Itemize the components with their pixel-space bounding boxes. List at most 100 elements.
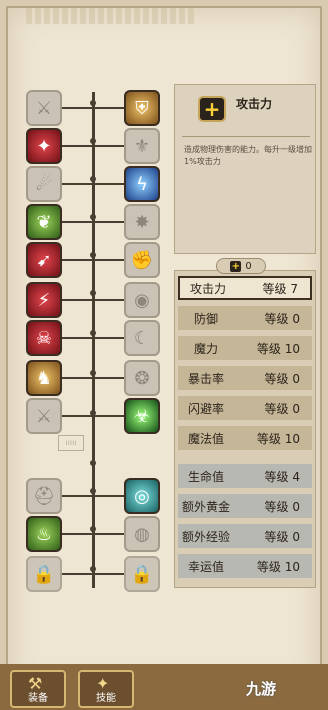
eye-talent-node[interactable]: ◉ [124,282,160,318]
tab-equipment[interactable]: ⚒ 装备 [10,670,66,708]
stat-row[interactable]: 防御 等级 0 [178,306,312,330]
tree-branch [62,221,92,223]
tier-marker: ııııı [58,435,84,451]
crescent-talent-node[interactable]: ☾ [124,320,160,356]
rune-eye-icon: ◎ [134,485,150,507]
stat-row[interactable]: 暴击率 等级 0 [178,366,312,390]
attack-plus-icon: + [198,96,226,122]
nature-talent-node[interactable]: ❦ [26,204,62,240]
stat-name: 防御 [193,311,218,326]
spine-joint [90,330,96,336]
spine-joint [90,460,96,466]
stat-level: 等级 0 [264,311,300,326]
rune-stone-talent-node[interactable]: ◍ [124,516,160,552]
spine-joint [90,526,96,532]
stat-name: 闪避率 [187,401,224,416]
talent-tree-spine [92,92,95,588]
tree-branch [95,377,124,379]
cannon-talent-node[interactable]: ✸ [124,204,160,240]
talent-title: 攻击力 [236,97,273,111]
helmet-icon: ⛑ [32,485,56,507]
rune-eye-talent-node[interactable]: ◎ [124,478,160,514]
lock-icon: 🔒 [32,563,56,585]
spine-joint [90,138,96,144]
tree-branch [62,259,92,261]
claw-icon: ☄ [35,173,53,195]
poison-icon: ☣ [133,405,151,427]
spine-joint [90,290,96,296]
stat-row[interactable]: 攻击力 等级 7 [178,276,312,300]
cannon-icon: ✸ [134,211,150,233]
cauldron-talent-node[interactable]: ♨ [26,516,62,552]
tree-branch [62,495,92,497]
tree-branch [62,145,92,147]
swords-talent-node[interactable]: ⚔ [26,90,62,126]
strike-talent-node[interactable]: ✦ [26,128,62,164]
poison-talent-node[interactable]: ☣ [124,398,160,434]
crossed-swords-talent-node[interactable]: ⚔ [26,398,62,434]
dash-talent-node[interactable]: ➹ [26,242,62,278]
stat-row[interactable]: 额外黄金 等级 0 [178,494,312,518]
spine-joint [90,176,96,182]
tree-branch [62,377,92,379]
stat-name: 生命值 [187,469,224,484]
stat-row[interactable]: 魔力 等级 10 [178,336,312,360]
orb-talent-node[interactable]: ❂ [124,360,160,396]
stat-level: 等级 10 [256,341,300,356]
helmet-talent-node[interactable]: ⛑ [26,478,62,514]
orb-icon: ❂ [134,367,150,389]
stat-name: 额外经验 [181,529,230,544]
beast-talent-node[interactable]: ♞ [26,360,62,396]
shield-emblem-talent-node[interactable]: ⛨ [124,90,160,126]
spine-joint [90,214,96,220]
fist-talent-node[interactable]: ✊ [124,242,160,278]
shadow-talent-node[interactable]: ☠ [26,320,62,356]
skill-points-badge: + 0 [216,258,266,274]
stat-row[interactable]: 魔法值 等级 10 [178,426,312,450]
tree-branch [95,495,124,497]
swords-icon: ⚔ [35,97,53,119]
helm-talent-node[interactable]: ⚜ [124,128,160,164]
stat-row[interactable]: 闪避率 等级 0 [178,396,312,420]
stat-level: 等级 10 [256,431,300,446]
tree-branch [95,573,124,575]
tree-branch [95,183,124,185]
tree-branch [95,415,124,417]
stat-name: 暴击率 [187,371,224,386]
lock-talent-node[interactable]: 🔒 [124,556,160,592]
tree-branch [95,259,124,261]
helm-icon: ⚜ [133,135,151,157]
nature-icon: ❦ [36,211,52,233]
spine-joint [90,100,96,106]
dash-icon: ➹ [36,249,52,271]
spine-joint [90,488,96,494]
stat-name: 幸运值 [187,559,224,574]
stat-row[interactable]: 幸运值 等级 10 [178,554,312,578]
stat-row[interactable]: 生命值 等级 4 [178,464,312,488]
claw-talent-node[interactable]: ☄ [26,166,62,202]
stat-row[interactable]: 额外经验 等级 0 [178,524,312,548]
tree-branch [62,573,92,575]
watermark-logo: 九游 [246,680,277,698]
lightning-talent-node[interactable]: ϟ [124,166,160,202]
tree-branch [95,221,124,223]
rune-stone-icon: ◍ [134,523,150,545]
spine-joint [90,410,96,416]
spine-joint [90,370,96,376]
lightning-icon: ϟ [136,173,148,195]
eye-icon: ◉ [134,289,150,311]
lock-icon: 🔒 [130,563,154,585]
tree-branch [95,107,124,109]
crossed-swords-icon: ⚔ [35,405,53,427]
stat-name: 魔法值 [187,431,224,446]
stat-name: 攻击力 [189,281,226,296]
cauldron-icon: ♨ [35,523,53,545]
stat-level: 等级 0 [264,529,300,544]
tab-skills[interactable]: ✦ 技能 [78,670,134,708]
top-decoration [26,8,196,24]
stat-level: 等级 0 [264,371,300,386]
stat-level: 等级 0 [264,499,300,514]
lock-talent-node[interactable]: 🔒 [26,556,62,592]
blade-talent-node[interactable]: ⚡ [26,282,62,318]
tree-branch [62,415,92,417]
